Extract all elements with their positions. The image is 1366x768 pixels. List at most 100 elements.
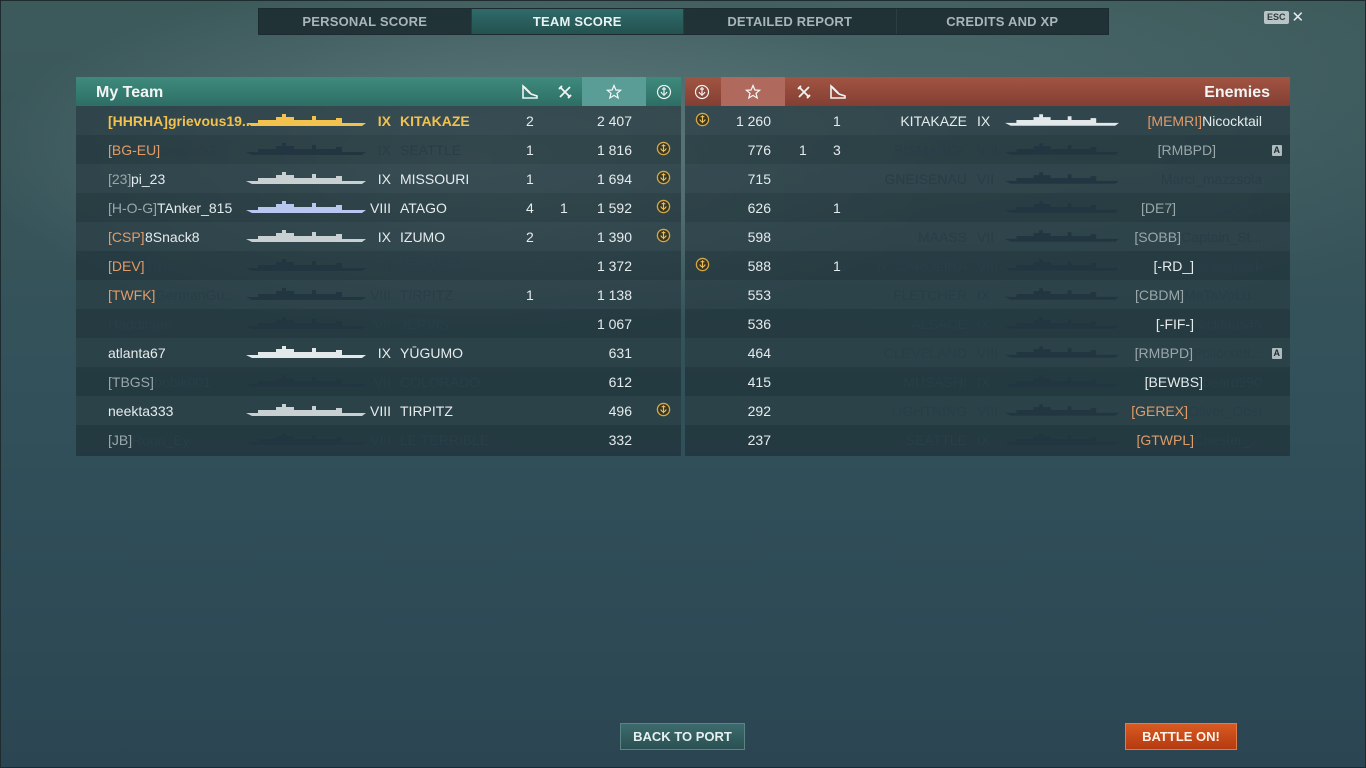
ship-name: KITAKAZE (900, 113, 967, 129)
table-row[interactable]: 626 1 FIJI VII Scouse_2014 [DE7] (685, 193, 1290, 222)
player-name: 8Snack8 (145, 229, 200, 245)
ship-silhouette-icon (1005, 229, 1119, 246)
ship-tier: VIII (369, 200, 391, 216)
table-row[interactable]: [JB] Roon_Ey VIII LE TERRIBLE 332 (76, 425, 681, 454)
player-clan-tag: [HHRHA] (108, 113, 168, 129)
table-row[interactable]: [TBGS] bobik001 VII COLORADO 612 (76, 367, 681, 396)
player-clan-tag: [GEREX] (1131, 403, 1188, 419)
score-value: 631 (608, 345, 632, 361)
player-clan-tag: [H-O-G] (108, 200, 157, 216)
close-button[interactable]: ESC ✕ (1264, 10, 1304, 25)
player-name: Poliorxeti... (1192, 345, 1262, 361)
player-clan-tag: [SOBB] (1134, 229, 1181, 245)
player-clan-tag: [JB] (108, 432, 133, 448)
ship-silhouette-icon (1005, 258, 1119, 275)
planes-destroyed-value: 1 (526, 171, 534, 187)
tab-bar: PERSONAL SCORE TEAM SCORE DETAILED REPOR… (258, 8, 1109, 35)
ship-tier: VII (373, 374, 391, 390)
back-to-port-button[interactable]: BACK TO PORT (620, 723, 745, 750)
player-clan-tag: [CSP] (108, 229, 145, 245)
player-name: neekta333 (108, 403, 174, 419)
table-row[interactable]: [HHRHA] grievous19... IX KITAKAZE 2 2 407 (76, 106, 681, 135)
ship-tier: VIII (369, 403, 391, 419)
player-name: pi_23 (131, 171, 166, 187)
ship-name: GNEISENAU (884, 171, 967, 187)
ship-name: BISMARCK (893, 142, 967, 158)
player-name: beard990 (1202, 374, 1262, 390)
table-row[interactable]: atlanta67 IX YŪGUMO 631 (76, 338, 681, 367)
score-value: 1 372 (596, 258, 632, 274)
ship-tier: VIII (369, 432, 391, 448)
battle-on-button[interactable]: BATTLE ON! (1125, 723, 1237, 750)
my-team-header: My Team (76, 77, 681, 106)
ship-silhouette-icon (246, 316, 366, 333)
ship-silhouette-icon (1005, 345, 1119, 362)
player-name: proper92 (160, 142, 217, 158)
table-row[interactable]: [H-O-G] TAnker_815 VIII ATAGO 4 1 1 592 (76, 193, 681, 222)
tab-personal-score[interactable]: PERSONAL SCORE (259, 9, 472, 34)
base-capture-badge-icon (656, 141, 671, 159)
ship-name: YŪGUMO (400, 345, 463, 361)
ship-silhouette-icon (246, 345, 366, 362)
table-row[interactable]: neekta333 VIII TIRPITZ 496 (76, 396, 681, 425)
player-name: Nicocktail (1202, 113, 1262, 129)
tab-team-score[interactable]: TEAM SCORE (471, 9, 684, 34)
ship-tier: VIII (977, 403, 999, 419)
player-clan-tag: [BG-EU] (108, 142, 161, 158)
ship-name: ATLANTA (400, 258, 461, 274)
ship-name: KITAKAZE (400, 113, 470, 129)
table-row[interactable]: 598 MAASS VII Captain_St... [SOBB] (685, 222, 1290, 251)
table-row[interactable]: [CSP] 8Snack8 IX IZUMO 2 1 390 (76, 222, 681, 251)
tab-detailed-report[interactable]: DETAILED REPORT (684, 9, 897, 34)
base-capture-badge-icon (695, 257, 710, 275)
score-value: 1 694 (596, 171, 632, 187)
table-row[interactable]: 536 ALSACE IX Nicklaus45 [-FIF-] (685, 309, 1290, 338)
table-row[interactable]: 715 GNEISENAU VII Marci_mazzsola (685, 164, 1290, 193)
ship-name: IZUMO (400, 229, 446, 245)
ship-tier: IX (377, 229, 391, 245)
table-row[interactable]: [DEV] T67 VII ATLANTA 1 372 (76, 251, 681, 280)
score-value: 415 (747, 374, 771, 390)
score-value: 237 (747, 432, 771, 448)
score-value: 536 (747, 316, 771, 332)
base-capture-badge-icon (656, 199, 671, 217)
ship-name: MISSOURI (400, 171, 470, 187)
score-value: 332 (608, 432, 632, 448)
table-row[interactable]: [23] pi_23 IX MISSOURI 1 1 694 (76, 164, 681, 193)
table-row[interactable]: 237 SEATTLE IX Chester_... [GTWPL] (685, 425, 1290, 454)
table-row[interactable]: 415 MUSASHI IX beard990 [BEWBS] (685, 367, 1290, 396)
table-row[interactable]: 776 1 3 BISMARCK VIII Silvano [RMBPD] A (685, 135, 1290, 164)
score-value: 1 390 (596, 229, 632, 245)
ship-tier: IX (977, 113, 991, 129)
player-clan-tag: [RMBPD] (1157, 142, 1216, 158)
ship-tier: VII (373, 316, 391, 332)
ship-silhouette-icon (246, 171, 366, 188)
table-row[interactable]: 292 LIGHTNING VIII Oliver_Obst [GEREX] (685, 396, 1290, 425)
ship-tier: IX (377, 142, 391, 158)
player-name: streethawk (1194, 258, 1262, 274)
ship-silhouette-icon (1005, 113, 1119, 130)
table-row[interactable]: Haddinger VII JERVIS 1 067 (76, 309, 681, 338)
player-name: T67 (145, 258, 170, 274)
score-value: 553 (747, 287, 771, 303)
ship-silhouette-icon (1005, 316, 1119, 333)
table-row[interactable]: 553 FLETCHER IX MeTaVoLu... [CBDM] (685, 280, 1290, 309)
table-row[interactable]: 588 1 N. CAROLINA VIII streethawk [-RD_] (685, 251, 1290, 280)
player-name: atlanta67 (108, 345, 166, 361)
planes-destroyed-value: 3 (833, 142, 841, 158)
table-row[interactable]: 1 260 1 KITAKAZE IX Nicocktail [MEMRI] (685, 106, 1290, 135)
ship-name: TIRPITZ (400, 403, 453, 419)
table-row[interactable]: [TWFK] GermanGu... VIII TIRPITZ 1 1 138 (76, 280, 681, 309)
tab-credits-and-xp[interactable]: CREDITS AND XP (897, 9, 1109, 34)
ship-tier: VIII (977, 142, 999, 158)
table-row[interactable]: 464 CLEVELAND VIII Poliorxeti... [RMBPD] A (685, 338, 1290, 367)
player-name: TAnker_815 (157, 200, 233, 216)
player-name: Scouse_2014 (1176, 200, 1262, 216)
score-value: 612 (608, 374, 632, 390)
planes-destroyed-value: 4 (526, 200, 534, 216)
table-row[interactable]: [BG-EU] proper92 IX SEATTLE 1 1 816 (76, 135, 681, 164)
base-capture-badge-icon (656, 170, 671, 188)
score-value: 1 138 (596, 287, 632, 303)
base-capture-badge-icon (656, 228, 671, 246)
ship-name: FIJI (943, 200, 967, 216)
